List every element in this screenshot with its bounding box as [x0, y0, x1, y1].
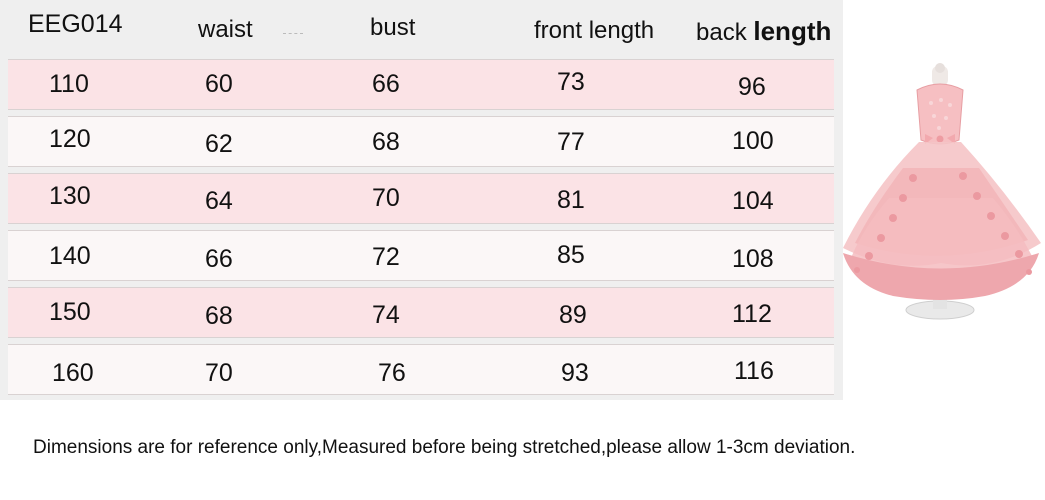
cell-front-length: 77 — [557, 128, 585, 156]
model-code: EEG014 — [28, 10, 123, 38]
header-bust: bust — [370, 14, 416, 41]
cell-back-length: 112 — [732, 300, 772, 328]
cell-bust: 72 — [372, 243, 400, 271]
cell-size: 120 — [49, 125, 91, 153]
cell-front-length: 85 — [557, 241, 585, 269]
cell-size: 140 — [49, 242, 91, 270]
table-row: 140 66 72 85 108 — [8, 230, 834, 281]
cell-bust: 66 — [372, 70, 400, 98]
disclaimer-note: Dimensions are for reference only,Measur… — [33, 437, 856, 458]
cell-waist: 62 — [205, 130, 233, 158]
cell-back-length: 116 — [734, 357, 774, 385]
cell-bust: 74 — [372, 301, 400, 329]
size-chart-header: EEG014 waist bust front length back leng… — [0, 0, 843, 52]
cell-size: 130 — [49, 182, 91, 210]
cell-back-length: 108 — [732, 245, 774, 273]
cell-bust: 68 — [372, 128, 400, 156]
cell-back-length: 100 — [732, 127, 774, 155]
table-row: 110 60 66 73 96 — [8, 59, 834, 110]
header-back-length: back length — [696, 16, 831, 47]
divider — [283, 33, 303, 36]
cell-waist: 70 — [205, 359, 233, 387]
cell-front-length: 81 — [557, 186, 585, 214]
cell-size: 160 — [52, 359, 94, 387]
dress-illustration — [843, 63, 1041, 320]
cell-waist: 60 — [205, 70, 233, 98]
cell-bust: 70 — [372, 184, 400, 212]
cell-front-length: 93 — [561, 359, 589, 387]
cell-back-length: 104 — [732, 187, 774, 215]
size-chart: EEG014 waist bust front length back leng… — [0, 0, 843, 400]
table-row: 160 70 76 93 116 — [8, 344, 834, 395]
table-row: 150 68 74 89 112 — [8, 287, 834, 338]
header-back-prefix: back — [696, 19, 747, 46]
table-row: 130 64 70 81 104 — [8, 173, 834, 224]
header-back-suffix: length — [753, 16, 832, 46]
cell-back-length: 96 — [738, 73, 766, 101]
cell-waist: 68 — [205, 302, 233, 330]
cell-size: 110 — [49, 70, 89, 98]
cell-waist: 66 — [205, 245, 233, 273]
cell-front-length: 73 — [557, 68, 585, 96]
pink-dress-icon — [833, 58, 1045, 328]
cell-front-length: 89 — [559, 301, 587, 329]
cell-bust: 76 — [378, 359, 406, 387]
header-front-length: front length — [534, 17, 655, 44]
cell-size: 150 — [49, 298, 91, 326]
header-waist: waist — [198, 16, 253, 43]
cell-waist: 64 — [205, 187, 233, 215]
table-row: 120 62 68 77 100 — [8, 116, 834, 167]
